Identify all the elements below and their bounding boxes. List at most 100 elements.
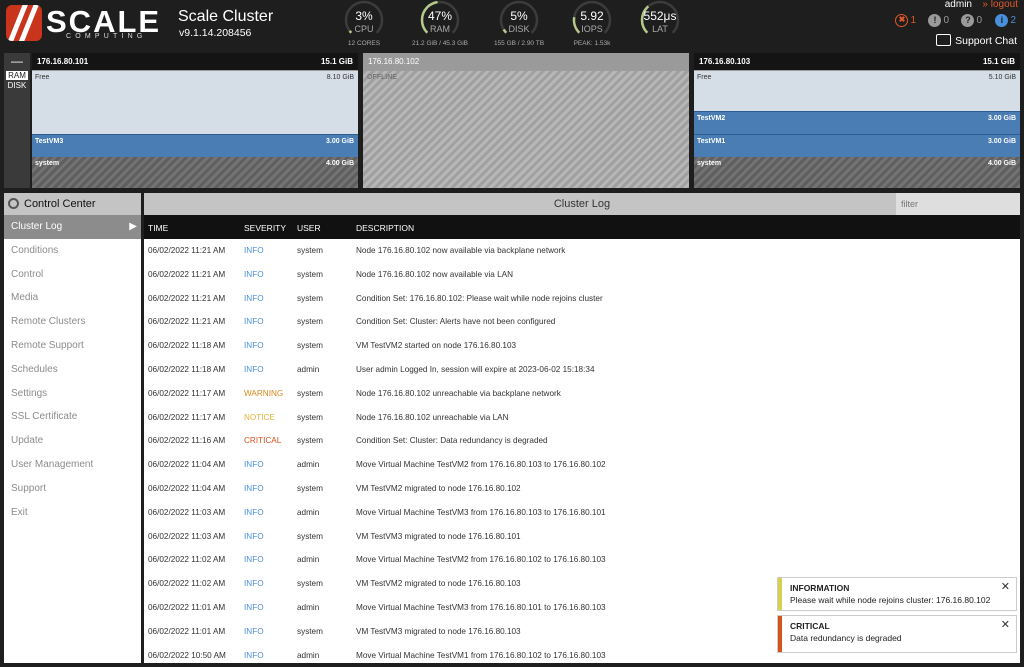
sidebar-item-label: Schedules <box>11 363 58 375</box>
vm-memory-segment[interactable]: TestVM3 3.00 GiB <box>32 134 358 157</box>
row-user: admin <box>297 364 320 374</box>
sidebar-item-support[interactable]: Support <box>4 477 141 501</box>
row-description: Node 176.16.80.102 now available via bac… <box>356 246 566 255</box>
sidebar-item-schedules[interactable]: Schedules <box>4 358 141 382</box>
notification-critical[interactable]: CRITICAL Data redundancy is degraded ✕ <box>777 615 1017 653</box>
log-header: Cluster Log <box>144 193 1020 215</box>
sidebar-item-remote-support[interactable]: Remote Support <box>4 334 141 358</box>
table-row[interactable]: 06/02/2022 11:03 AM INFO system VM TestVM3 … <box>144 525 1020 549</box>
support-chat-button[interactable]: Support Chat <box>936 34 1017 47</box>
logo-tagline: COMPUTING <box>66 33 147 40</box>
node-ram-bar: Free 8.10 GiB TestVM3 3.00 GiB system 4.00 Gi… <box>32 71 358 188</box>
row-description: Condition Set: Cluster: Alerts have not … <box>356 317 556 327</box>
row-description: Move Virtual Machine TestVM3 from 176.16… <box>356 507 606 517</box>
node-card[interactable]: 176.16.80.102 OFFLINE <box>363 53 689 188</box>
table-row[interactable]: 06/02/2022 11:21 AM INFO system Node 176.16… <box>144 239 1020 263</box>
row-description: VM TestVM2 migrated to node 176.16.80.10… <box>356 483 521 493</box>
alert-count: 0 <box>943 15 949 26</box>
column-description[interactable]: DESCRIPTION <box>356 223 414 233</box>
sidebar-item-remote-clusters[interactable]: Remote Clusters <box>4 310 141 334</box>
row-time: 06/02/2022 11:04 AM <box>148 460 226 470</box>
node-card[interactable]: 176.16.80.103 15.1 GiB Free 5.10 GiB TestVM2… <box>694 53 1020 188</box>
table-row[interactable]: 06/02/2022 11:17 AM NOTICE system Node 176.… <box>144 406 1020 430</box>
row-severity: INFO <box>244 246 264 255</box>
sidebar-item-settings[interactable]: Settings <box>4 382 141 406</box>
view-toggle: — RAM DISK <box>4 53 30 188</box>
table-row[interactable]: 06/02/2022 11:18 AM INFO admin User admin L… <box>144 358 1020 382</box>
collapse-button[interactable]: — <box>4 53 30 69</box>
disk-view-tab[interactable]: DISK <box>4 81 30 90</box>
column-user[interactable]: USER <box>297 223 321 233</box>
row-time: 06/02/2022 11:17 AM <box>148 412 226 422</box>
filter-input[interactable] <box>896 193 1020 215</box>
question-alert-count[interactable]: ? 0 <box>961 14 982 28</box>
scale-computing-logo: SCALE COMPUTING <box>6 4 159 41</box>
table-row[interactable]: 06/02/2022 11:04 AM INFO admin Move Virtual… <box>144 453 1020 477</box>
segment-size: 4.00 GiB <box>325 160 354 167</box>
segment-size: 3.00 GiB <box>987 115 1016 122</box>
sidebar-item-label: SSL Certificate <box>11 411 78 423</box>
table-row[interactable]: 06/02/2022 11:03 AM INFO admin Move Virtual… <box>144 501 1020 525</box>
row-severity: INFO <box>244 507 264 517</box>
sidebar-item-cluster-log[interactable]: Cluster Log ▶ <box>4 215 141 239</box>
close-icon[interactable]: ✕ <box>1001 580 1010 593</box>
segment-label: TestVM2 <box>697 115 726 122</box>
ram-view-tab[interactable]: RAM <box>6 71 28 80</box>
row-user: system <box>297 579 323 589</box>
table-row[interactable]: 06/02/2022 11:21 AM INFO system Condition S… <box>144 310 1020 334</box>
table-row[interactable]: 06/02/2022 11:02 AM INFO admin Move Virtual… <box>144 548 1020 572</box>
close-icon[interactable]: ✕ <box>1001 618 1010 631</box>
free-memory-segment: Free 8.10 GiB <box>32 71 358 134</box>
table-row[interactable]: 06/02/2022 11:16 AM CRITICAL system Conditi… <box>144 429 1020 453</box>
table-row[interactable]: 06/02/2022 11:21 AM INFO system Condition S… <box>144 287 1020 311</box>
row-user: system <box>297 436 323 446</box>
sidebar-item-label: Remote Support <box>11 339 84 351</box>
node-card[interactable]: 176.16.80.101 15.1 GiB Free 8.10 GiB TestVM3… <box>32 53 358 188</box>
row-description: VM TestVM2 started on node 176.16.80.103 <box>356 341 517 351</box>
severity-bar <box>778 578 782 610</box>
system-memory-segment: system 4.00 GiB <box>32 157 358 188</box>
gauge-label: LAT <box>652 24 668 34</box>
row-severity: INFO <box>244 269 264 279</box>
sidebar-item-label: Exit <box>11 506 28 518</box>
segment-label: Free <box>697 74 712 81</box>
row-time: 06/02/2022 11:02 AM <box>148 579 226 589</box>
row-severity: INFO <box>244 555 264 565</box>
sidebar-item-update[interactable]: Update <box>4 429 141 453</box>
table-row[interactable]: 06/02/2022 11:04 AM INFO system VM TestVM2 … <box>144 477 1020 501</box>
row-description: User admin Logged In, session will expir… <box>356 364 595 374</box>
row-user: admin <box>297 555 320 565</box>
sidebar-item-user-management[interactable]: User Management <box>4 453 141 477</box>
log-title: Cluster Log <box>553 198 611 210</box>
sidebar-item-conditions[interactable]: Conditions <box>4 239 141 263</box>
table-row[interactable]: 06/02/2022 11:21 AM INFO system Node 176.16… <box>144 263 1020 287</box>
row-description: VM TestVM3 migrated to node 176.16.80.10… <box>356 531 521 541</box>
table-row[interactable]: 06/02/2022 11:18 AM INFO system VM TestVM2 … <box>144 334 1020 358</box>
info-alert-count[interactable]: i2 <box>995 14 1016 28</box>
segment-label: system <box>35 160 60 167</box>
row-time: 06/02/2022 10:50 AM <box>148 650 226 660</box>
column-severity[interactable]: SEVERITY <box>244 223 286 233</box>
sidebar-item-control[interactable]: Control <box>4 263 141 287</box>
logout-link[interactable]: » logout <box>982 0 1018 10</box>
node-header: 176.16.80.101 15.1 GiB <box>32 53 358 70</box>
error-alert-count[interactable]: ✖ 1 <box>895 14 916 28</box>
warning-alert-count[interactable]: ! 0 <box>928 14 949 28</box>
table-row[interactable]: 06/02/2022 11:17 AM WARNING system Node 176… <box>144 382 1020 406</box>
row-description: Move Virtual Machine TestVM2 from 176.16… <box>356 555 606 565</box>
row-description: Move Virtual Machine TestVM3 from 176.16… <box>356 602 606 612</box>
gauge-lat: 552μs LAT <box>610 0 710 52</box>
vm-memory-segment[interactable]: TestVM2 3.00 GiB <box>694 111 1020 134</box>
sidebar-item-exit[interactable]: Exit <box>4 501 141 525</box>
row-severity: INFO <box>244 602 264 612</box>
sidebar-item-ssl-certificate[interactable]: SSL Certificate <box>4 405 141 429</box>
vm-memory-segment[interactable]: TestVM1 3.00 GiB <box>694 134 1020 157</box>
row-time: 06/02/2022 11:21 AM <box>148 317 226 327</box>
column-time[interactable]: TIME <box>148 223 168 233</box>
row-severity: INFO <box>244 579 264 589</box>
notification-information[interactable]: INFORMATION Please wait while node rejoin… <box>777 577 1017 611</box>
sidebar-item-media[interactable]: Media <box>4 286 141 310</box>
row-severity: INFO <box>244 460 264 470</box>
error-icon: ✖ <box>895 14 909 27</box>
row-time: 06/02/2022 11:21 AM <box>148 246 226 255</box>
